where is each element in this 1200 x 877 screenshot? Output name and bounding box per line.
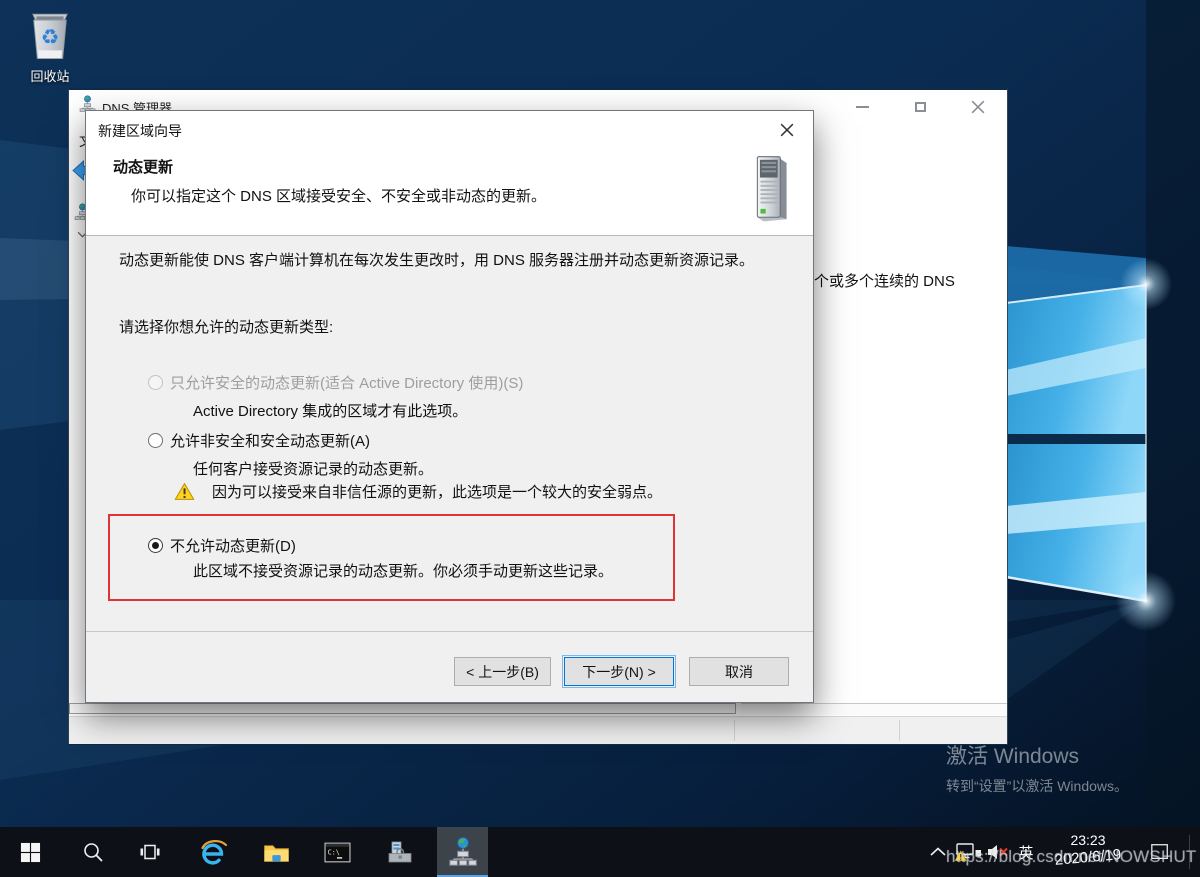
search-button[interactable]	[69, 827, 117, 877]
task-view-icon	[139, 841, 161, 863]
security-warning-row: 因为可以接受来自非信任源的更新，此选项是一个较大的安全弱点。	[174, 481, 662, 502]
close-icon	[971, 100, 985, 114]
horizontal-scrollbar-right[interactable]	[741, 703, 1007, 715]
internet-explorer-icon	[199, 837, 229, 867]
wizard-body: 动态更新能使 DNS 客户端计算机在每次发生更改时，用 DNS 服务器注册并动态…	[86, 236, 813, 631]
close-button[interactable]	[949, 90, 1007, 124]
activation-line1: 激活 Windows	[946, 740, 1128, 770]
horizontal-scrollbar-left[interactable]	[69, 703, 736, 714]
option-nonsecure-label[interactable]: 允许非安全和安全动态更新(A)	[170, 430, 370, 451]
desktop: 回收站 DNS 管理器 文 个或多个连续的 DNS 新建区域向	[0, 0, 1200, 877]
dns-panel-text-fragment: 个或多个连续的 DNS	[814, 270, 955, 291]
task-view-button[interactable]	[126, 827, 174, 877]
cancel-button[interactable]: 取消	[689, 657, 789, 686]
wizard-prompt-text: 请选择你想允许的动态更新类型:	[119, 316, 333, 337]
option-secure-only-label: 只允许安全的动态更新(适合 Active Directory 使用)(S)	[170, 372, 523, 393]
file-explorer-button[interactable]	[252, 827, 300, 877]
wizard-titlebar[interactable]: 新建区域向导	[86, 111, 813, 147]
activation-watermark: 激活 Windows 转到“设置”以激活 Windows。	[946, 740, 1128, 796]
maximize-button[interactable]	[891, 90, 949, 124]
option-nonsecure-and-secure[interactable]: 允许非安全和安全动态更新(A)	[148, 430, 370, 451]
dns-statusbar	[69, 716, 1007, 744]
option-nonsecure-desc: 任何客户接受资源记录的动态更新。	[193, 458, 433, 479]
wizard-heading: 动态更新	[113, 156, 173, 177]
new-zone-wizard-dialog: 新建区域向导 动态更新 你可以指定这个 DNS 区域接受安全、不安全或非动态的更…	[85, 110, 814, 703]
close-icon	[780, 123, 794, 137]
wizard-title: 新建区域向导	[98, 121, 182, 141]
wizard-footer: < 上一步(B) 下一步(N) > 取消	[86, 631, 813, 704]
folder-icon	[263, 841, 290, 864]
option-no-dynamic-label[interactable]: 不允许动态更新(D)	[170, 535, 296, 556]
wizard-header: 动态更新 你可以指定这个 DNS 区域接受安全、不安全或非动态的更新。	[86, 147, 813, 236]
option-secure-only: 只允许安全的动态更新(适合 Active Directory 使用)(S)	[148, 372, 523, 393]
minimize-button[interactable]	[833, 90, 891, 124]
statusbar-divider	[734, 720, 735, 741]
command-prompt-button[interactable]	[313, 827, 361, 877]
radio-nonsecure-and-secure[interactable]	[148, 433, 163, 448]
maximize-icon	[915, 102, 926, 112]
warning-icon	[174, 482, 195, 501]
recycle-bin-shortcut[interactable]: 回收站	[18, 6, 82, 85]
recycle-bin-label: 回收站	[18, 66, 82, 85]
server-manager-button[interactable]	[376, 827, 424, 877]
chevron-up-icon	[928, 846, 948, 858]
option-secure-only-desc: Active Directory 集成的区域才有此选项。	[193, 400, 467, 421]
radio-no-dynamic-updates[interactable]	[148, 538, 163, 553]
search-icon	[82, 841, 104, 863]
command-prompt-icon	[324, 841, 351, 864]
wizard-close-button[interactable]	[769, 116, 805, 143]
server-manager-icon	[387, 840, 413, 864]
dns-manager-taskbar-button[interactable]	[437, 827, 488, 877]
wizard-intro-text: 动态更新能使 DNS 客户端计算机在每次发生更改时，用 DNS 服务器注册并动态…	[119, 250, 771, 272]
radio-secure-only	[148, 375, 163, 390]
csdn-watermark: https://blog.csdn.net/NOWSHUT	[946, 847, 1197, 867]
start-button[interactable]	[6, 827, 54, 877]
recycle-bin-icon	[24, 6, 76, 64]
minimize-icon	[856, 106, 869, 108]
option-no-dynamic-updates[interactable]: 不允许动态更新(D)	[148, 535, 296, 556]
window-controls	[833, 90, 1007, 124]
activation-line2: 转到“设置”以激活 Windows。	[946, 776, 1128, 796]
server-tower-icon	[749, 150, 797, 226]
security-warning-text: 因为可以接受来自非信任源的更新，此选项是一个较大的安全弱点。	[212, 481, 662, 502]
back-button[interactable]: < 上一步(B)	[454, 657, 551, 686]
wizard-subheading: 你可以指定这个 DNS 区域接受安全、不安全或非动态的更新。	[131, 185, 546, 206]
next-button[interactable]: 下一步(N) >	[564, 657, 674, 686]
option-no-dynamic-desc: 此区域不接受资源记录的动态更新。你必须手动更新这些记录。	[193, 560, 613, 581]
windows-logo-icon	[20, 842, 41, 863]
dns-manager-icon	[448, 836, 478, 866]
internet-explorer-button[interactable]	[190, 827, 238, 877]
statusbar-divider	[899, 720, 900, 741]
